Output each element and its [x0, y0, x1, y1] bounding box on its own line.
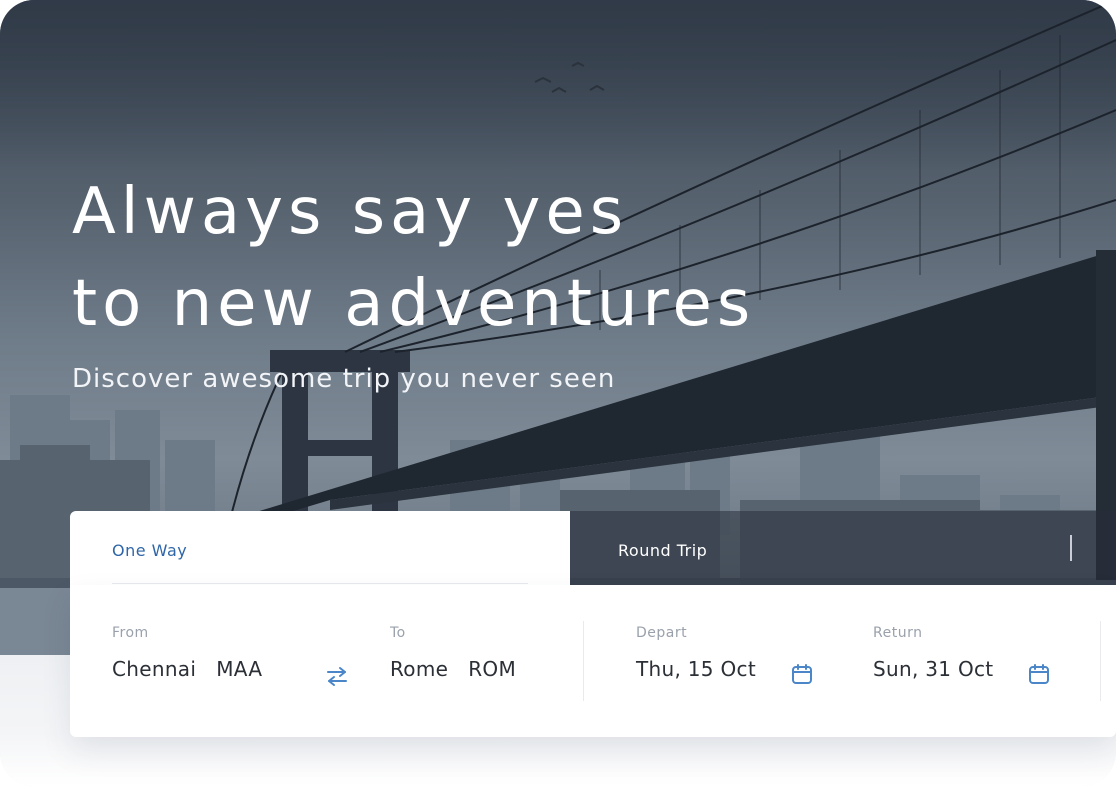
depart-calendar-icon[interactable]	[790, 662, 814, 686]
return-caption: Return	[873, 625, 923, 641]
to-code: ROM	[468, 657, 517, 681]
depart-date: Thu, 15 Oct	[636, 657, 756, 681]
tab-one-way[interactable]: One Way	[70, 511, 570, 591]
swap-arrows-icon[interactable]	[324, 665, 350, 687]
app-frame: Always say yes to new adventures Discove…	[0, 0, 1116, 786]
from-value: Chennai MAA	[112, 657, 262, 681]
to-value: Rome ROM	[390, 657, 516, 681]
tab-underline	[112, 583, 528, 584]
to-caption: To	[390, 625, 406, 641]
field-divider	[583, 621, 584, 701]
field-divider	[1100, 621, 1101, 701]
depart-caption: Depart	[636, 625, 688, 641]
headline-line-1: Always say yes	[72, 175, 629, 249]
tab-round-trip[interactable]: Round Trip	[570, 511, 1116, 585]
tab-one-way-label: One Way	[112, 541, 188, 560]
tab-round-trip-label: Round Trip	[618, 541, 708, 560]
from-code: MAA	[216, 657, 263, 681]
from-field[interactable]: From Chennai MAA	[112, 625, 312, 685]
return-date: Sun, 31 Oct	[873, 657, 994, 681]
to-field[interactable]: To Rome ROM	[390, 625, 560, 685]
hero-subheadline: Discover awesome trip you never seen	[72, 364, 616, 394]
tab-separator	[1070, 535, 1072, 561]
headline-line-2: to new adventures	[72, 267, 756, 341]
hero-headline: Always say yes to new adventures	[72, 166, 755, 350]
return-calendar-icon[interactable]	[1027, 662, 1051, 686]
from-city: Chennai	[112, 657, 197, 681]
to-city: Rome	[390, 657, 449, 681]
from-caption: From	[112, 625, 149, 641]
flight-search-form: From Chennai MAA To Rome ROM Depart Thu, 1…	[70, 585, 1116, 737]
